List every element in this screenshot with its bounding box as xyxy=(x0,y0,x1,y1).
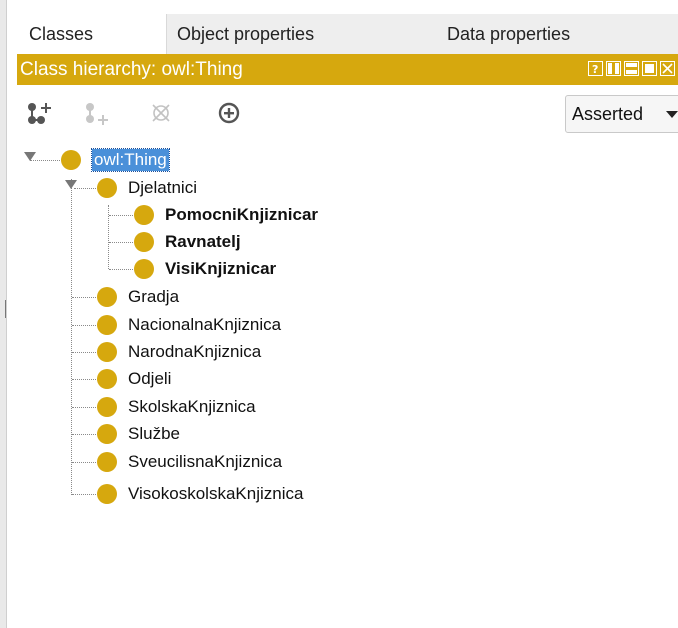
tab-bar: Classes Object properties Data propertie… xyxy=(17,14,678,55)
split-horizontal-icon[interactable] xyxy=(624,61,639,76)
tree-node[interactable]: Odjeli xyxy=(97,366,397,392)
class-icon xyxy=(97,315,117,335)
tree-node-label: VisiKnjiznicar xyxy=(165,259,277,278)
tree-node-label: Službe xyxy=(128,424,180,443)
tree-node-label: owl:Thing xyxy=(91,148,170,172)
class-icon xyxy=(97,178,117,198)
tab-data-properties[interactable]: Data properties xyxy=(435,14,678,54)
tree-node-djelatnici[interactable]: Djelatnici xyxy=(97,175,297,201)
find-usage-icon[interactable] xyxy=(215,99,243,127)
tree-node[interactable]: Službe xyxy=(97,421,397,447)
tree-connector xyxy=(74,188,96,189)
tree-node[interactable]: VisokoskolskaKnjiznica xyxy=(97,481,417,507)
tree-node[interactable]: NacionalnaKnjiznica xyxy=(97,312,397,338)
tree-node[interactable]: SkolskaKnjiznica xyxy=(97,394,397,420)
class-icon xyxy=(97,452,117,472)
tree-node-label: Odjeli xyxy=(128,369,172,388)
add-sibling-class-icon[interactable] xyxy=(82,99,110,127)
class-icon xyxy=(61,150,81,170)
tree-connector xyxy=(109,269,133,270)
tree-connector xyxy=(72,379,96,380)
tree-connector xyxy=(72,297,96,298)
class-icon xyxy=(97,342,117,362)
view-mode-select[interactable]: Asserted xyxy=(565,95,678,133)
tree-node-label: NarodnaKnjiznica xyxy=(128,342,262,361)
tab-object-properties[interactable]: Object properties xyxy=(167,14,435,54)
tree-node-label: PomocniKnjiznicar xyxy=(165,205,319,224)
class-icon xyxy=(97,369,117,389)
tree-node[interactable]: SveucilisnaKnjiznica xyxy=(97,449,397,475)
tree-node-label: NacionalnaKnjiznica xyxy=(128,315,282,334)
class-icon xyxy=(97,287,117,307)
tree-connector xyxy=(109,242,133,243)
delete-class-icon[interactable] xyxy=(147,99,175,127)
tree-node[interactable]: Gradja xyxy=(97,284,397,310)
splitter-grip[interactable] xyxy=(5,300,6,318)
tab-classes[interactable]: Classes xyxy=(17,14,167,54)
panel-splitter[interactable] xyxy=(0,0,7,628)
view-header-buttons: ? xyxy=(588,61,678,78)
tree-node[interactable]: PomocniKnjiznicar xyxy=(134,202,394,228)
tree-node-label: VisokoskolskaKnjiznica xyxy=(128,484,304,503)
class-icon xyxy=(97,397,117,417)
tree-node-label: Gradja xyxy=(128,287,180,306)
tree-connector xyxy=(109,215,133,216)
close-icon[interactable] xyxy=(660,61,675,76)
split-vertical-icon[interactable] xyxy=(606,61,621,76)
hierarchy-toolbar: Asserted xyxy=(17,85,678,143)
tree-connector xyxy=(71,179,72,495)
expand-toggle-icon[interactable] xyxy=(24,152,36,161)
tree-connector xyxy=(72,352,96,353)
class-icon xyxy=(97,484,117,504)
tree-node-root[interactable]: owl:Thing xyxy=(61,147,261,173)
tree-connector xyxy=(72,434,96,435)
view-mode-value: Asserted xyxy=(572,104,644,124)
help-icon[interactable]: ? xyxy=(588,61,603,76)
tree-node-label: SveucilisnaKnjiznica xyxy=(128,452,283,471)
view-header: Class hierarchy: owl:Thing ? xyxy=(17,54,678,85)
chevron-down-icon xyxy=(666,111,678,118)
maximize-icon[interactable] xyxy=(642,61,657,76)
class-icon xyxy=(97,424,117,444)
tree-connector xyxy=(72,494,96,495)
tree-node[interactable]: NarodnaKnjiznica xyxy=(97,339,397,365)
tree-node[interactable]: VisiKnjiznicar xyxy=(134,256,394,282)
tree-node-label: Djelatnici xyxy=(128,178,197,197)
tree-connector xyxy=(72,462,96,463)
tree-node[interactable]: Ravnatelj xyxy=(134,229,394,255)
svg-text:?: ? xyxy=(592,63,598,75)
class-icon xyxy=(134,259,154,279)
tree-connector xyxy=(72,325,96,326)
expand-toggle-icon[interactable] xyxy=(65,180,77,189)
tree-node-label: Ravnatelj xyxy=(165,232,241,251)
view-title: Class hierarchy: owl:Thing xyxy=(20,59,243,80)
class-tree: owl:Thing Djelatnici PomocniKnjiznicar R… xyxy=(17,143,678,628)
tree-connector xyxy=(72,407,96,408)
add-subclass-icon[interactable] xyxy=(25,99,53,127)
class-icon xyxy=(134,232,154,252)
tree-node-label: SkolskaKnjiznica xyxy=(128,397,256,416)
class-hierarchy-panel: Classes Object properties Data propertie… xyxy=(0,0,678,628)
class-icon xyxy=(134,205,154,225)
